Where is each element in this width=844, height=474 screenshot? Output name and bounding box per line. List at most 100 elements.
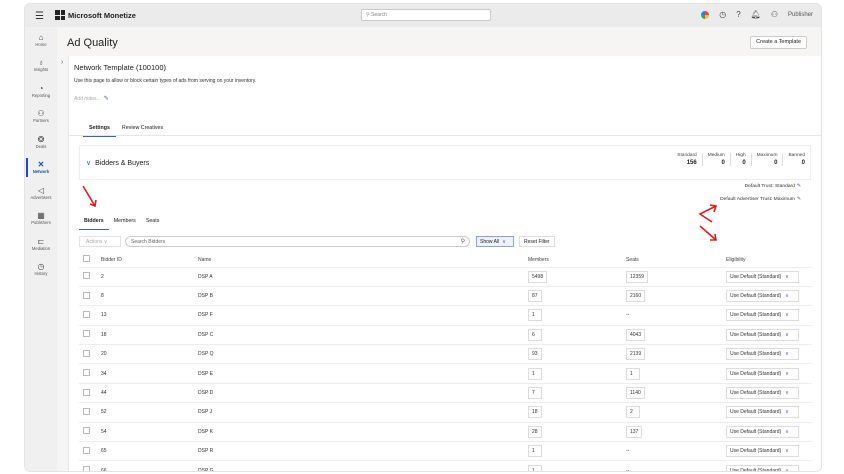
seats-value[interactable]: 1 — [626, 367, 640, 380]
default-advertiser-trust[interactable]: Default Advertiser Trust: Maximum ✎ — [720, 196, 801, 202]
members-value[interactable]: 1 — [528, 367, 542, 380]
seats-value[interactable]: 2160 — [626, 290, 646, 303]
bidder-id: 20 — [101, 344, 198, 365]
seats-value[interactable]: 1140 — [626, 387, 645, 400]
bidders-buyers-section[interactable]: ∨ Bidders & Buyers Standard 156 Medium 0 High… — [79, 145, 811, 180]
sidebar-item-mediation[interactable]: ⊏ Mediation — [25, 231, 57, 257]
user-icon[interactable]: ⚇ — [771, 10, 778, 19]
row-checkbox[interactable] — [83, 466, 90, 471]
microsoft-logo-icon — [55, 10, 65, 20]
chevron-down-icon[interactable]: ∨ — [86, 160, 91, 167]
eligibility-dropdown[interactable]: Use Default (Standard) ∨ — [726, 348, 799, 361]
seats-value[interactable]: 2 — [626, 406, 640, 419]
col-members[interactable]: Members — [528, 253, 626, 268]
members-value[interactable]: 87 — [528, 290, 542, 303]
table-row[interactable]: 65 DSP R 1 -- Use Default (Standard) ∨ — [79, 441, 812, 462]
members-value[interactable]: 18 — [528, 406, 542, 419]
seats-value[interactable]: 4043 — [626, 328, 646, 341]
row-checkbox[interactable] — [83, 310, 90, 318]
table-row[interactable]: 54 DSP K 28 137 Use Default (Standard) ∨ — [79, 422, 812, 443]
members-value[interactable]: 1 — [528, 445, 542, 458]
table-row[interactable]: 8 DSP B 87 2160 Use Default (Standard) ∨ — [79, 286, 812, 307]
seats-value[interactable]: 137 — [626, 425, 643, 438]
sidebar-item-publishers[interactable]: ▦ Publishers — [25, 206, 57, 232]
sidebar-item-home[interactable]: ⌂ Home — [25, 27, 57, 53]
sidebar-item-history[interactable]: ◷ History — [25, 257, 57, 283]
eligibility-dropdown[interactable]: Use Default (Standard) ∨ — [726, 270, 799, 283]
menu-icon[interactable]: ☰ — [35, 11, 44, 22]
row-checkbox[interactable] — [83, 330, 90, 338]
members-value[interactable]: 1 — [528, 464, 542, 471]
table-row[interactable]: 34 DSP E 1 1 Use Default (Standard) ∨ — [79, 363, 812, 384]
pencil-icon[interactable]: ✎ — [797, 184, 801, 189]
eligibility-dropdown[interactable]: Use Default (Standard) ∨ — [726, 309, 799, 322]
row-checkbox[interactable] — [83, 349, 90, 357]
expand-chevron-icon[interactable]: › — [61, 59, 63, 66]
copilot-icon[interactable] — [701, 10, 710, 19]
bell-icon[interactable]: 🔔︎ — [751, 10, 761, 19]
eligibility-dropdown[interactable]: Use Default (Standard) ∨ — [726, 290, 799, 303]
seats-value[interactable]: 2139 — [626, 348, 646, 361]
pencil-icon[interactable]: ✎ — [104, 96, 109, 102]
sidebar-item-partners[interactable]: ⚇ Partners — [25, 104, 57, 130]
select-all-checkbox[interactable] — [83, 255, 90, 263]
row-checkbox[interactable] — [83, 272, 90, 280]
eligibility-dropdown[interactable]: Use Default (Standard) ∨ — [726, 328, 799, 341]
sidebar-item-deals[interactable]: ❂ Deals — [25, 129, 57, 155]
eligibility-dropdown[interactable]: Use Default (Standard) ∨ — [726, 464, 799, 471]
col-name[interactable]: Name — [198, 253, 528, 268]
members-value[interactable]: 6 — [528, 328, 542, 341]
row-checkbox[interactable] — [83, 446, 90, 454]
members-value[interactable]: 5498 — [528, 270, 548, 283]
add-notes[interactable]: Add notes... ✎ — [74, 95, 109, 102]
row-checkbox[interactable] — [83, 388, 90, 396]
show-all-dropdown[interactable]: Show All ∨ — [476, 236, 514, 247]
row-checkbox[interactable] — [83, 291, 90, 299]
global-search-input[interactable]: ⚲ Search — [361, 9, 491, 21]
help-icon[interactable]: ? — [736, 10, 740, 19]
reset-filter-button[interactable]: Reset Filter — [519, 236, 555, 247]
table-row[interactable]: 18 DSP C 6 4043 Use Default (Standard) ∨ — [79, 325, 812, 346]
sidebar: ⌂ Home ♁ Insights ◔ Reporting ⚇ Partners ❂ Deals ✕… — [25, 27, 57, 471]
table-row[interactable]: 13 DSP F 1 -- Use Default (Standard) ∨ — [79, 305, 812, 326]
default-trust[interactable]: Default Trust: Standard ✎ — [745, 183, 801, 189]
eligibility-dropdown[interactable]: Use Default (Standard) ∨ — [726, 425, 799, 438]
col-seats[interactable]: Seats — [626, 253, 726, 268]
members-value[interactable]: 1 — [528, 309, 542, 322]
tab-seats[interactable]: Seats — [141, 216, 165, 230]
tab-members[interactable]: Members — [109, 216, 141, 230]
sidebar-item-insights[interactable]: ♁ Insights — [25, 53, 57, 79]
pencil-icon[interactable]: ✎ — [797, 197, 801, 202]
sidebar-item-network[interactable]: ✕ Network — [25, 155, 57, 181]
col-bidder-id[interactable]: Bidder ID — [101, 253, 198, 268]
eligibility-dropdown[interactable]: Use Default (Standard) ∨ — [726, 445, 799, 458]
table-row[interactable]: 44 DSP D 7 1140 Use Default (Standard) ∨ — [79, 383, 812, 404]
members-value[interactable]: 93 — [528, 348, 542, 361]
row-checkbox[interactable] — [83, 369, 90, 377]
table-row[interactable]: 52 DSP J 18 2 Use Default (Standard) ∨ — [79, 402, 812, 423]
tab-bidders[interactable]: Bidders — [79, 216, 109, 230]
members-value[interactable]: 7 — [528, 387, 542, 400]
row-checkbox[interactable] — [83, 427, 90, 435]
table-row[interactable]: 66 DSP G 1 -- Use Default (Standard) ∨ — [79, 460, 812, 471]
actions-dropdown[interactable]: Actions ∨ — [79, 236, 121, 247]
table-row[interactable]: 20 DSP Q 93 2139 Use Default (Standard) ∨ — [79, 344, 812, 365]
search-bidders-input[interactable]: Search Bidders ⚲ — [125, 236, 470, 247]
clock-icon[interactable]: ◷ — [719, 10, 726, 19]
table-row[interactable]: 2 DSP A 5498 12359 Use Default (Standard… — [79, 267, 812, 287]
eligibility-dropdown[interactable]: Use Default (Standard) ∨ — [726, 367, 799, 380]
stat-label: Medium — [707, 153, 725, 158]
create-template-button[interactable]: Create a Template — [750, 36, 807, 49]
logo[interactable]: Microsoft Monetize — [55, 10, 136, 20]
insights-icon: ♁ — [38, 58, 44, 68]
top-bar: ☰ Microsoft Monetize ⚲ Search ◷ ? 🔔︎ ⚇ P… — [25, 4, 821, 27]
sidebar-item-reporting[interactable]: ◔ Reporting — [25, 78, 57, 104]
col-eligibility[interactable]: Eligibility — [726, 253, 812, 268]
eligibility-dropdown[interactable]: Use Default (Standard) ∨ — [726, 387, 799, 400]
seats-value[interactable]: 12359 — [626, 270, 648, 283]
sidebar-item-advertisers[interactable]: ◁ Advertisers — [25, 180, 57, 206]
user-name[interactable]: Publisher — [788, 12, 813, 18]
row-checkbox[interactable] — [83, 407, 90, 415]
members-value[interactable]: 28 — [528, 425, 542, 438]
eligibility-dropdown[interactable]: Use Default (Standard) ∨ — [726, 406, 799, 419]
